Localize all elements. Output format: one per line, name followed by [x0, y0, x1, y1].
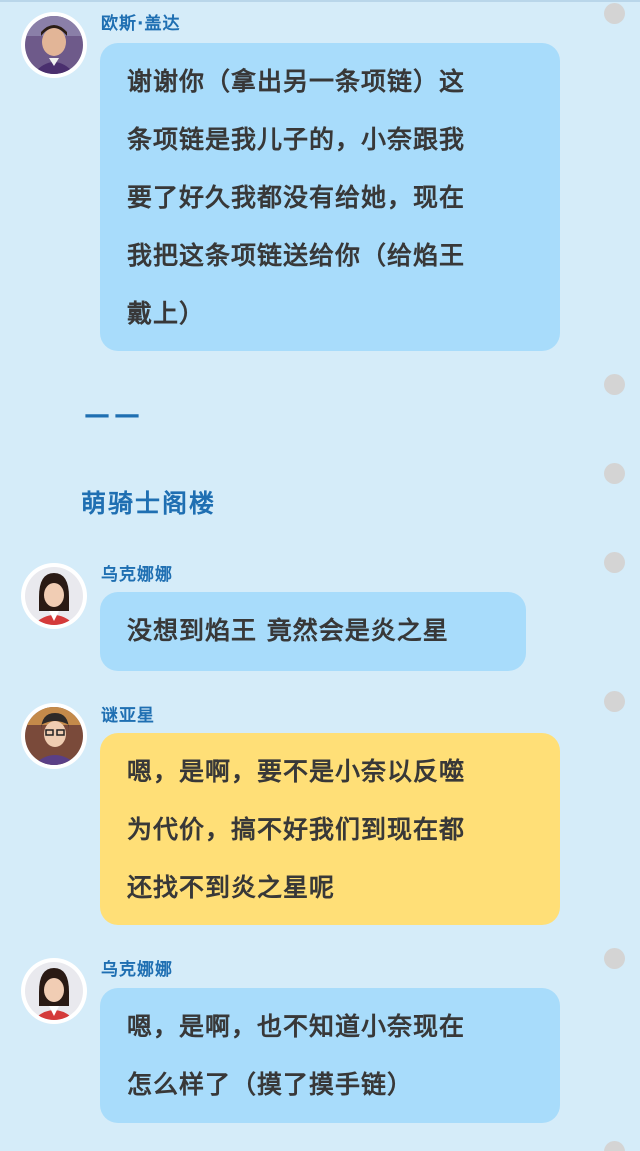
message-line: 我把这条项链送给你（给焰王	[127, 241, 466, 270]
message-bubble: 嗯，是啊，要不是小奈以反噬 为代价，搞不好我们到现在都 还找不到炎之星呢	[100, 733, 560, 925]
message-line: 条项链是我儿子的，小奈跟我	[127, 125, 466, 154]
speaker-name: 乌克娜娜	[101, 565, 173, 585]
speaker-name: 谜亚星	[101, 706, 155, 726]
speaker-avatar[interactable]	[21, 703, 87, 769]
binder-ring-icon	[604, 552, 625, 573]
section-heading: 萌骑士阁楼	[81, 489, 217, 518]
binder-ring-icon	[604, 3, 625, 24]
message-bubble: 没想到焰王 竟然会是炎之星	[100, 592, 526, 671]
glasses-man-avatar-icon	[25, 707, 83, 765]
message-bubble: 谢谢你（拿出另一条项链）这 条项链是我儿子的，小奈跟我 要了好久我都没有给她，现…	[100, 43, 560, 351]
speaker-name: 欧斯·盖达	[101, 14, 181, 34]
message-line: 为代价，搞不好我们到现在都	[127, 815, 466, 844]
woman-avatar-icon	[25, 567, 83, 625]
speaker-name: 乌克娜娜	[101, 960, 173, 980]
top-border	[0, 0, 640, 2]
message-line: 嗯，是啊，要不是小奈以反噬	[127, 757, 466, 786]
divider: ——	[84, 400, 144, 430]
message-line: 还找不到炎之星呢	[127, 873, 336, 902]
message-line: 怎么样了（摸了摸手链）	[127, 1070, 414, 1099]
message-bubble: 嗯，是啊，也不知道小奈现在 怎么样了（摸了摸手链）	[100, 988, 560, 1123]
message-line: 没想到焰王 竟然会是炎之星	[127, 616, 449, 645]
binder-ring-icon	[604, 463, 625, 484]
message-line: 谢谢你（拿出另一条项链）这	[127, 67, 466, 96]
binder-ring-icon	[604, 691, 625, 712]
binder-ring-icon	[604, 948, 625, 969]
man-avatar-icon	[25, 16, 83, 74]
woman-avatar-icon	[25, 962, 83, 1020]
binder-ring-icon	[604, 374, 625, 395]
speaker-avatar[interactable]	[21, 12, 87, 78]
message-line: 嗯，是啊，也不知道小奈现在	[127, 1012, 466, 1041]
message-line: 要了好久我都没有给她，现在	[127, 183, 466, 212]
speaker-avatar[interactable]	[21, 563, 87, 629]
message-line: 戴上）	[127, 299, 206, 328]
speaker-avatar[interactable]	[21, 958, 87, 1024]
binder-ring-icon	[604, 1141, 625, 1151]
